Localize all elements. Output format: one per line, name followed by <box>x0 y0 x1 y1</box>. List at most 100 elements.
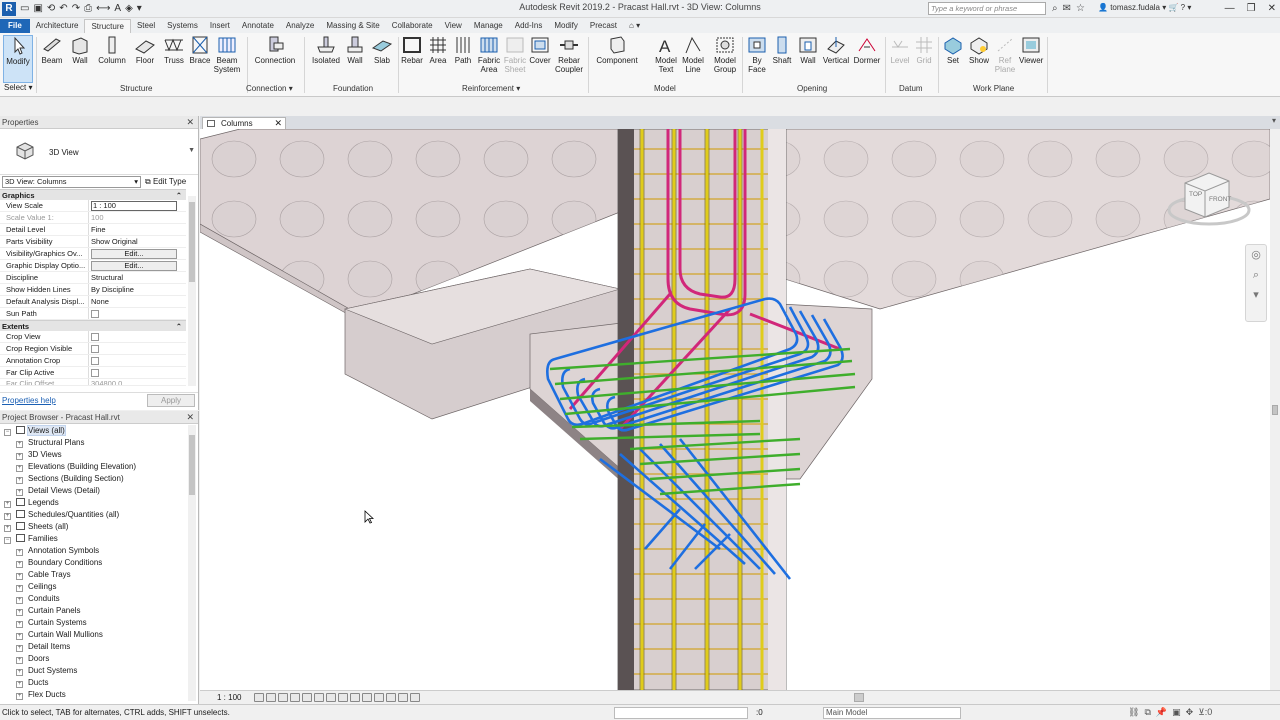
visibility-edit-button[interactable]: Edit... <box>91 249 177 259</box>
view-scale-control[interactable]: 1 : 100 <box>217 693 241 702</box>
instance-filter-select[interactable]: 3D View: Columns ▾ <box>2 176 141 188</box>
tab-file[interactable]: File <box>0 19 30 33</box>
browser-tree-node[interactable]: +3D Views <box>16 449 62 461</box>
view-tab-columns[interactable]: Columns ✕ <box>202 117 286 129</box>
expand-toggle-icon[interactable]: + <box>16 489 23 496</box>
shaft-button[interactable]: Shaft <box>771 35 793 65</box>
revit-logo-icon[interactable]: R <box>2 2 16 16</box>
tab-add-ins[interactable]: Add-Ins <box>509 19 549 33</box>
select-underlay-icon[interactable]: ⧉ <box>1144 707 1150 718</box>
scrollbar-thumb[interactable] <box>1272 405 1278 415</box>
browser-tree-node[interactable]: + Sheets (all) <box>4 521 68 533</box>
browser-tree-node[interactable]: + Boundary Conditions <box>16 557 102 569</box>
browser-tree-node[interactable]: + Curtain Systems <box>16 617 87 629</box>
tab-analyze[interactable]: Analyze <box>280 19 320 33</box>
save-icon[interactable]: ▣ <box>33 1 42 17</box>
scrollbar-thumb[interactable] <box>189 202 195 282</box>
truss-button[interactable]: Truss <box>162 35 186 65</box>
apply-button[interactable]: Apply <box>147 394 195 407</box>
fabric-area-button[interactable]: Fabric Area <box>476 35 502 74</box>
reveal-constraints-icon[interactable] <box>398 693 408 702</box>
connection-button[interactable]: Connection <box>252 35 298 65</box>
close-icon[interactable]: ✕ <box>1268 1 1276 17</box>
browser-tree-node[interactable]: + Flex Ducts <box>16 689 66 701</box>
show-button[interactable]: Show <box>968 35 990 65</box>
tab-collaborate[interactable]: Collaborate <box>386 19 439 33</box>
browser-tree-node[interactable]: + Curtain Panels <box>16 605 80 617</box>
measure-icon[interactable]: ⟷ <box>96 1 110 17</box>
sun-path-icon[interactable] <box>278 693 288 702</box>
properties-scrollbar[interactable] <box>188 196 196 386</box>
minimize-icon[interactable]: — <box>1225 1 1235 17</box>
ref-plane-button[interactable]: Ref Plane <box>993 35 1017 74</box>
print-icon[interactable]: ⎙ <box>84 1 92 17</box>
redo-icon[interactable]: ↷ <box>72 1 80 17</box>
scrollbar-thumb[interactable] <box>189 435 195 495</box>
temp-hide-icon[interactable] <box>350 693 360 702</box>
tab-steel[interactable]: Steel <box>131 19 161 33</box>
expand-toggle-icon[interactable]: + <box>4 525 11 532</box>
browser-tree-node[interactable]: + Ducts <box>16 677 48 689</box>
property-value[interactable]: Show Original <box>89 236 186 247</box>
browser-tree-node[interactable]: + Detail Views (Detail) <box>16 485 100 497</box>
expand-toggle-icon[interactable]: + <box>16 669 23 676</box>
browser-tree-node[interactable]: + Cable Trays <box>16 569 71 581</box>
expand-toggle-icon[interactable]: + <box>16 657 23 664</box>
tab-structure[interactable]: Structure <box>84 19 131 33</box>
browser-tree-node[interactable]: − Views (all) <box>4 425 66 437</box>
select-links-icon[interactable]: ⛓ <box>1128 707 1139 718</box>
expand-toggle-icon[interactable]: + <box>16 549 23 556</box>
extents-group-header[interactable]: Extents ⌃ <box>0 320 186 331</box>
show-crop-icon[interactable] <box>326 693 336 702</box>
expand-toggle-icon[interactable]: + <box>16 681 23 688</box>
worksharing-icon[interactable] <box>410 693 420 702</box>
expand-toggle-icon[interactable]: + <box>16 609 23 616</box>
expand-toggle-icon[interactable]: + <box>4 513 11 520</box>
viewport-vertical-scrollbar[interactable] <box>1270 129 1280 690</box>
expand-toggle-icon[interactable]: + <box>16 693 23 700</box>
workset-select[interactable] <box>614 707 748 719</box>
expand-toggle-icon[interactable]: + <box>4 501 11 508</box>
property-value[interactable]: By Discipline <box>89 284 186 295</box>
grid-button[interactable]: Grid <box>913 35 935 65</box>
vertical-button[interactable]: Vertical <box>822 35 850 65</box>
expand-toggle-icon[interactable]: + <box>16 465 23 472</box>
tab-massing-site[interactable]: Massing & Site <box>320 19 385 33</box>
visual-style-icon[interactable] <box>266 693 276 702</box>
graphics-group-header[interactable]: Graphics ⌃ <box>0 189 186 200</box>
select-pinned-icon[interactable]: 📌 <box>1156 707 1167 718</box>
select-dropdown[interactable]: Select ▾ <box>4 83 32 92</box>
property-value[interactable]: Structural <box>89 272 186 283</box>
far-clip-active-checkbox[interactable] <box>91 369 99 377</box>
filter-icon[interactable]: ⊻:0 <box>1198 707 1212 718</box>
browser-tree-node[interactable]: + Legends <box>4 497 59 509</box>
tab-extra-icon[interactable]: ⌂ ▾ <box>623 19 646 33</box>
browser-tree-node[interactable]: + Doors <box>16 653 49 665</box>
lock-view-icon[interactable] <box>338 693 348 702</box>
sun-path-checkbox[interactable] <box>91 310 99 318</box>
expand-toggle-icon[interactable]: + <box>16 645 23 652</box>
view-3d-icon[interactable]: ◈ <box>125 1 133 17</box>
tab-view[interactable]: View <box>439 19 468 33</box>
steering-wheel-icon[interactable]: ◎ <box>1246 245 1266 265</box>
set-button[interactable]: Set <box>942 35 964 65</box>
close-icon[interactable]: ✕ <box>274 118 282 129</box>
fabric-sheet-button[interactable]: Fabric Sheet <box>502 35 528 74</box>
wall-opening-button[interactable]: Wall <box>797 35 819 65</box>
expand-toggle-icon[interactable]: + <box>16 561 23 568</box>
tab-precast[interactable]: Precast <box>584 19 623 33</box>
modify-button[interactable]: Modify <box>3 35 33 83</box>
crop-view-icon[interactable] <box>314 693 324 702</box>
beam-button[interactable]: Beam <box>40 35 64 65</box>
search-input[interactable]: Type a keyword or phrase <box>928 2 1046 15</box>
floor-button[interactable]: Floor <box>133 35 157 65</box>
tab-annotate[interactable]: Annotate <box>236 19 280 33</box>
browser-tree-node[interactable]: + Structural Plans <box>16 437 84 449</box>
properties-help-link[interactable]: Properties help <box>2 396 56 405</box>
brace-button[interactable]: Brace <box>188 35 212 65</box>
browser-tree-node[interactable]: + Curtain Wall Mullions <box>16 629 103 641</box>
tab-architecture[interactable]: Architecture <box>30 19 85 33</box>
browser-tree-node[interactable]: − Families <box>4 533 58 545</box>
restore-icon[interactable]: ❐ <box>1247 1 1256 17</box>
browser-tree-node[interactable]: + Duct Systems <box>16 665 77 677</box>
